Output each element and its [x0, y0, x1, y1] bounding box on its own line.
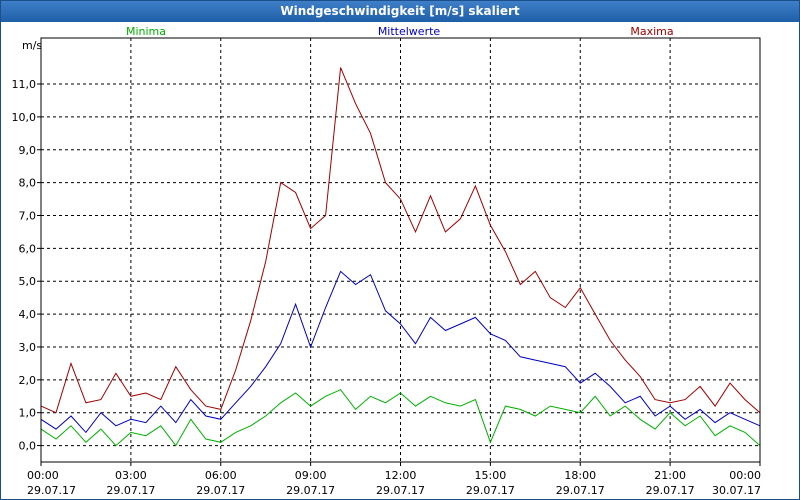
- x-tick-date-label: 30.07.17: [712, 484, 761, 497]
- x-tick-date-label: 29.07.17: [466, 484, 515, 497]
- x-tick-date-label: 29.07.17: [196, 484, 245, 497]
- x-tick-time-label: 12:00: [385, 469, 417, 482]
- x-tick-time-label: 18:00: [564, 469, 596, 482]
- y-tick-label: 0,0: [19, 440, 37, 453]
- x-tick-time-label: 00:00: [729, 469, 761, 482]
- x-tick-time-label: 09:00: [295, 469, 327, 482]
- y-tick-label: 10,0: [12, 111, 37, 124]
- legend-mittelwerte: Mittelwerte: [378, 25, 441, 38]
- x-tick-time-label: 21:00: [654, 469, 686, 482]
- x-tick-date-label: 29.07.17: [376, 484, 425, 497]
- y-tick-label: 4,0: [19, 308, 37, 321]
- x-tick-time-label: 03:00: [115, 469, 147, 482]
- x-tick-date-label: 29.07.17: [556, 484, 605, 497]
- x-tick-date-label: 29.07.17: [106, 484, 155, 497]
- x-tick-time-label: 06:00: [205, 469, 237, 482]
- y-axis-unit-label: m/s: [22, 39, 42, 52]
- x-tick-date-label: 29.07.17: [646, 484, 695, 497]
- y-tick-label: 7,0: [19, 209, 37, 222]
- legend-maxima: Maxima: [630, 25, 673, 38]
- y-tick-label: 9,0: [19, 144, 37, 157]
- y-tick-label: 11,0: [12, 78, 37, 91]
- y-tick-label: 8,0: [19, 177, 37, 190]
- x-tick-time-label: 00:00: [27, 469, 59, 482]
- legend-minima: Minima: [126, 25, 166, 38]
- y-tick-label: 3,0: [19, 341, 37, 354]
- x-tick-date-label: 29.07.17: [27, 484, 76, 497]
- x-tick-time-label: 15:00: [475, 469, 507, 482]
- y-tick-label: 5,0: [19, 275, 37, 288]
- y-tick-label: 6,0: [19, 242, 37, 255]
- x-tick-date-label: 29.07.17: [286, 484, 335, 497]
- y-tick-label: 1,0: [19, 407, 37, 420]
- y-tick-label: 2,0: [19, 374, 37, 387]
- chart-svg: 0,0 1,0 2,0 3,0 4,0 5,0 6,0 7,0 8,0 9,0 10,0 11,0 00…: [12, 25, 762, 497]
